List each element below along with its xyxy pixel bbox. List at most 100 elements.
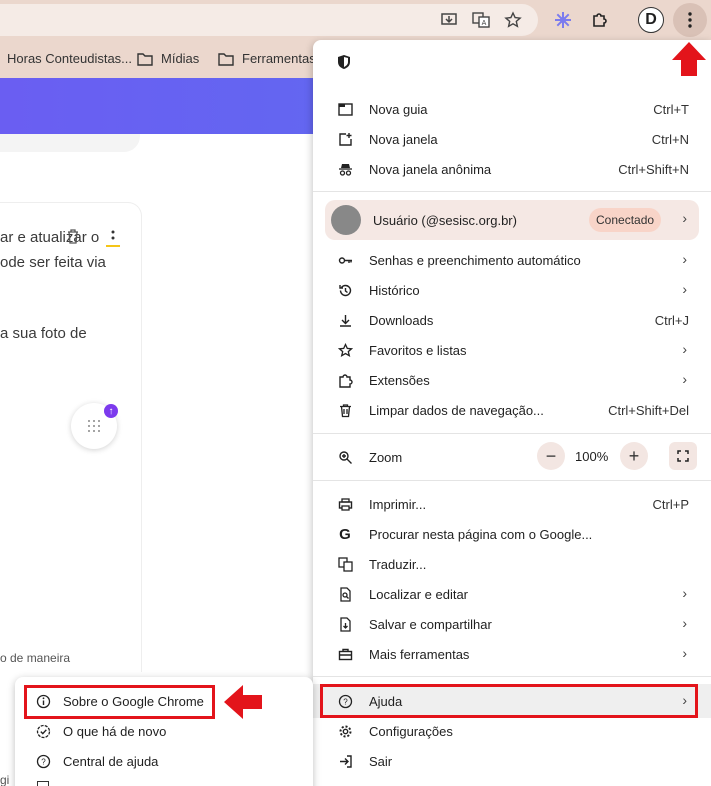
- svg-text:A: A: [482, 20, 487, 27]
- zoom-level: 100%: [575, 449, 609, 464]
- translate-icon[interactable]: A: [469, 8, 493, 32]
- menu-item-label: Extensões: [369, 373, 430, 388]
- bookmark-horas[interactable]: Horas Conteudistas...: [7, 51, 132, 66]
- menu-item-incognito[interactable]: Nova janela anônima Ctrl+Shift+N: [313, 154, 711, 184]
- toolbox-icon: [337, 646, 353, 662]
- page-more-icon[interactable]: [106, 229, 120, 247]
- menu-item-label: Downloads: [369, 313, 434, 328]
- report-issue-icon: [37, 781, 49, 786]
- help-icon: ?: [35, 753, 51, 769]
- puzzle-icon[interactable]: [588, 8, 612, 32]
- menu-item-extensions[interactable]: Extensões ›: [313, 365, 711, 395]
- page-text-line: o de maneira: [0, 651, 71, 665]
- menu-item-label: Nova janela anônima: [369, 162, 492, 177]
- puzzle-icon: [337, 372, 353, 388]
- menu-item-shortcut: Ctrl+Shift+Del: [608, 403, 689, 418]
- menu-item-label: Nova guia: [369, 102, 428, 117]
- menu-item-clear-data[interactable]: Limpar dados de navegação... Ctrl+Shift+…: [313, 395, 711, 425]
- incognito-icon: [337, 161, 353, 177]
- submenu-item-label: O que há de novo: [63, 723, 167, 739]
- chevron-right-icon: ›: [682, 210, 687, 226]
- new-window-icon: [337, 131, 353, 147]
- chrome-menu-button[interactable]: [673, 3, 707, 37]
- exit-icon: [337, 753, 353, 769]
- star-icon[interactable]: [501, 8, 525, 32]
- key-icon: [337, 252, 353, 268]
- kebab-icon: [688, 12, 692, 28]
- bookmark-midias[interactable]: Mídias: [137, 51, 199, 66]
- grid-dots-icon: [88, 420, 100, 432]
- arrow-up-badge-icon: ↑: [104, 404, 118, 418]
- zoom-icon: [337, 449, 353, 465]
- download-icon: [337, 312, 353, 328]
- submenu-item-whats-new[interactable]: O que há de novo: [15, 716, 313, 746]
- google-icon: G: [339, 525, 351, 543]
- chevron-right-icon: ›: [682, 281, 687, 297]
- menu-item-label: Sair: [369, 754, 393, 769]
- zoom-out-button[interactable]: −: [537, 442, 565, 470]
- menu-item-save-share[interactable]: Salvar e compartilhar ›: [313, 609, 711, 639]
- menu-item-history[interactable]: Histórico ›: [313, 275, 711, 305]
- highlight-box-sobre: [24, 685, 215, 719]
- chevron-right-icon: ›: [682, 615, 687, 631]
- menu-item-exit[interactable]: Sair: [313, 746, 711, 776]
- chrome-menu: Nova guia Ctrl+T Nova janela Ctrl+N Nova…: [313, 40, 711, 786]
- trash-icon[interactable]: [66, 228, 80, 244]
- install-app-icon[interactable]: [437, 8, 461, 32]
- menu-item-settings[interactable]: Configurações: [313, 716, 711, 746]
- red-arrow-left-icon: [224, 685, 262, 719]
- menu-item-label: Traduzir...: [369, 557, 427, 572]
- menu-item-downloads[interactable]: Downloads Ctrl+J: [313, 305, 711, 335]
- menu-item-translate[interactable]: Traduzir...: [313, 549, 711, 579]
- profile-row[interactable]: Usuário (@sesisc.org.br) Conectado ›: [325, 200, 699, 240]
- sync-status-badge: Conectado: [589, 208, 662, 232]
- zoom-in-button[interactable]: +: [620, 442, 648, 470]
- chevron-right-icon: ›: [682, 371, 687, 387]
- menu-item-label: Zoom: [369, 450, 403, 465]
- new-badge-icon: [35, 723, 51, 739]
- menu-item-shortcut: Ctrl+T: [653, 102, 689, 117]
- folder-icon: [218, 52, 234, 66]
- chevron-right-icon: ›: [682, 585, 687, 601]
- menu-item-shortcut: Ctrl+Shift+N: [618, 162, 689, 177]
- menu-item-print[interactable]: Imprimir... Ctrl+P: [313, 489, 711, 519]
- profile-avatar[interactable]: D: [638, 7, 664, 33]
- print-icon: [337, 496, 353, 512]
- page-card: [0, 202, 142, 672]
- menu-item-passwords[interactable]: Senhas e preenchimento automático ›: [313, 245, 711, 275]
- menu-item-label: Histórico: [369, 283, 420, 298]
- menu-item-find-edit[interactable]: Localizar e editar ›: [313, 579, 711, 609]
- trash-icon: [337, 402, 353, 418]
- menu-item-more-tools[interactable]: Mais ferramentas ›: [313, 639, 711, 669]
- bookmark-ferramentas[interactable]: Ferramentas: [218, 51, 316, 66]
- red-arrow-up-icon: [672, 42, 706, 76]
- chevron-right-icon: ›: [682, 645, 687, 661]
- page-card-top: [0, 134, 140, 152]
- page-text-line: a sua foto de: [0, 325, 87, 342]
- submenu-item-help-center[interactable]: ? Central de ajuda: [15, 746, 313, 776]
- menu-item-bookmarks[interactable]: Favoritos e listas ›: [313, 335, 711, 365]
- menu-separator: [313, 480, 711, 481]
- extension-flower-icon[interactable]: [551, 8, 575, 32]
- fullscreen-icon: [677, 450, 689, 462]
- history-icon: [337, 282, 353, 298]
- menu-separator: [313, 191, 711, 192]
- page-text-line: ar e atualizar o: [0, 229, 100, 246]
- menu-item-shortcut: Ctrl+P: [652, 497, 689, 512]
- menu-item-new-window[interactable]: Nova janela Ctrl+N: [313, 124, 711, 154]
- menu-item-search-google[interactable]: G Procurar nesta página com o Google...: [313, 519, 711, 549]
- page-header-band: [0, 78, 320, 134]
- submenu-item-label: Central de ajuda: [63, 753, 159, 769]
- menu-item-label: Imprimir...: [369, 497, 427, 512]
- bookmark-label: Mídias: [161, 51, 200, 66]
- menu-item-new-tab[interactable]: Nova guia Ctrl+T: [313, 94, 711, 124]
- fullscreen-button[interactable]: [669, 442, 697, 470]
- svg-text:?: ?: [41, 757, 46, 766]
- chevron-right-icon: ›: [682, 251, 687, 267]
- folder-icon: [137, 52, 153, 66]
- menu-item-label: Configurações: [369, 724, 453, 739]
- menu-item-label: Senhas e preenchimento automático: [369, 253, 581, 268]
- menu-item-label: Favoritos e listas: [369, 343, 467, 358]
- page-text-fragment: gi: [0, 773, 10, 786]
- menu-item-label: Mais ferramentas: [369, 647, 470, 662]
